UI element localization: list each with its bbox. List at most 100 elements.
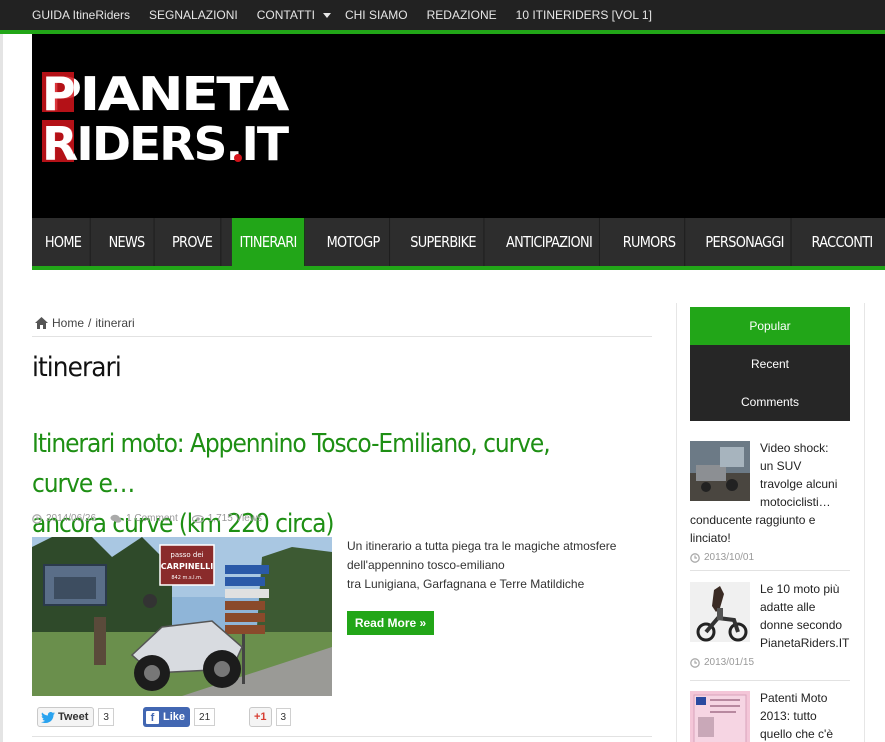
post-title-line-1: Itinerari moto: Appennino Tosco-Emiliano… (32, 429, 551, 499)
sidebar-date-text: 2013/10/01 (704, 552, 755, 563)
topnav-item-redazione[interactable]: REDAZIONE (427, 8, 497, 22)
topnav-label: 10 ITINERIDERS [VOL 1] (515, 8, 652, 22)
sidebar-post-date: 2013/01/15 (690, 654, 850, 672)
sidebar-post-thumbnail[interactable] (690, 582, 750, 642)
facebook-like-button[interactable]: f Like (143, 707, 191, 727)
mainnav-item-rumors[interactable]: RUMORS (614, 218, 686, 266)
post-date: 2014/06/26 (32, 513, 96, 524)
sidebar-thumb-image (690, 582, 750, 642)
post-views-text: 1,715 Views (207, 513, 263, 524)
page-left-edge (0, 34, 3, 742)
post-comments[interactable]: 1 Comment (110, 513, 178, 524)
mainnav-label: NEWS (108, 233, 146, 251)
site-header: PIANETA RIDERS.IT P R (32, 34, 885, 218)
mainnav-label: RUMORS (622, 233, 676, 251)
tweet-share: Tweet 3 (37, 707, 114, 727)
topnav-item-guida[interactable]: GUIDA ItineRiders (32, 8, 130, 22)
mainnav-item-racconti[interactable]: RACCONTI (805, 218, 879, 266)
sidebar-post-item[interactable]: Video shock: un SUV travolge alcuni moto… (690, 439, 850, 567)
main-nav: HOME NEWS PROVE ITINERARI MOTOGP SUPERBI… (32, 218, 885, 266)
sidebar-post-thumbnail[interactable] (690, 441, 750, 501)
page-title: itinerari (32, 352, 122, 383)
topnav-label: CONTATTI (256, 8, 315, 22)
home-icon (35, 317, 48, 329)
topnav-label: REDAZIONE (426, 8, 497, 22)
like-count: 21 (194, 708, 216, 726)
excerpt-line: dell'appennino tosco-emiliano (347, 558, 505, 572)
sidebar-post-title: linciato! (690, 531, 731, 545)
tab-label: Recent (750, 357, 790, 371)
sidebar-post-item[interactable]: Le 10 moto più adatte alle donne secondo… (690, 580, 850, 672)
post-title[interactable]: Itinerari moto: Appennino Tosco-Emiliano… (32, 424, 608, 544)
post-thumbnail[interactable]: passo dei CARPINELLI 842 m.s.l.m. (32, 537, 332, 696)
post-thumbnail-image: passo dei CARPINELLI 842 m.s.l.m. (32, 537, 332, 696)
sidebar-tabs: Popular Recent Comments (690, 307, 850, 421)
topnav-item-contatti[interactable]: CONTATTI (257, 8, 345, 22)
sidebar-date-text: 2013/01/15 (704, 657, 755, 668)
mainnav-label: SUPERBIKE (410, 233, 476, 251)
sidebar-thumb-image (690, 441, 750, 501)
topnav-item-chi-siamo[interactable]: CHI SIAMO (345, 8, 408, 22)
mainnav-item-news[interactable]: NEWS (99, 218, 155, 266)
tweet-button[interactable]: Tweet (37, 707, 95, 727)
clock-icon (690, 658, 700, 668)
breadcrumb: Home / itinerari (35, 316, 135, 330)
topnav-label: CHI SIAMO (344, 8, 408, 22)
logo-line-2: RIDERS.IT (42, 117, 290, 171)
logo-dot (234, 154, 242, 162)
eye-icon (191, 514, 204, 523)
tab-comments[interactable]: Comments (690, 383, 850, 421)
gplus-label: +1 (254, 711, 267, 723)
tab-label: Comments (740, 395, 799, 409)
topnav-item-10-itineriders[interactable]: 10 ITINERIDERS [VOL 1] (516, 8, 652, 22)
mainnav-label: MOTOGP (326, 233, 381, 251)
breadcrumb-current: itinerari (95, 316, 135, 330)
caret-down-icon (322, 12, 331, 18)
like-label: Like (163, 711, 186, 723)
post-views: 1,715 Views (191, 513, 263, 524)
mainnav-item-anticipazioni[interactable]: ANTICIPAZIONI (499, 218, 600, 266)
post-meta: 2014/06/26 1 Comment 1,715 Views (32, 513, 276, 524)
mainnav-label: ANTICIPAZIONI (506, 233, 593, 251)
gplus-count: 3 (275, 708, 292, 726)
mainnav-label: RACCONTI (811, 233, 873, 251)
breadcrumb-home[interactable]: Home (52, 316, 84, 330)
mainnav-accent-line (32, 266, 885, 270)
mainnav-item-prove[interactable]: PROVE (164, 218, 222, 266)
mainnav-item-personaggi[interactable]: PERSONAGGI (699, 218, 792, 266)
excerpt-line: tra Lunigiana, Garfagnana e Terre Matild… (347, 577, 585, 591)
mainnav-item-motogp[interactable]: MOTOGP (317, 218, 391, 266)
tab-recent[interactable]: Recent (690, 345, 850, 383)
excerpt-line: Un itinerario a tutta piega tra le magic… (347, 539, 617, 553)
post-date-text: 2014/06/26 (46, 513, 97, 524)
sidebar-post-date: 2013/10/01 (690, 549, 850, 567)
sidebar-divider (690, 680, 850, 681)
mainnav-item-home[interactable]: HOME (36, 218, 91, 266)
mainnav-item-itinerari[interactable]: ITINERARI (231, 218, 306, 266)
clock-icon (32, 513, 42, 524)
sign-text-3: 842 m.s.l.m. (171, 575, 203, 581)
sidebar-post-thumbnail[interactable] (690, 691, 750, 742)
logo-line-1: PIANETA (42, 67, 290, 121)
post-excerpt: Un itinerario a tutta piega tra le magic… (347, 537, 647, 594)
facebook-icon: f (146, 710, 159, 724)
logo-letter-p: P (42, 67, 76, 121)
tweet-label: Tweet (58, 711, 89, 723)
post-divider (32, 736, 652, 737)
gplus-button[interactable]: +1 (249, 707, 272, 727)
comments-icon (110, 514, 122, 523)
sidebar-post-item[interactable]: Patenti Moto 2013: tutto quello che c'è (690, 689, 850, 742)
twitter-bird-icon (41, 711, 55, 723)
mainnav-label: ITINERARI (239, 233, 298, 251)
sidebar-post-title: conducente raggiunto e (690, 513, 816, 527)
logo-letter-r: R (42, 117, 77, 171)
read-more-button[interactable]: Read More » (347, 611, 434, 635)
clock-icon (690, 553, 700, 563)
top-nav: GUIDA ItineRiders SEGNALAZIONI CONTATTI … (32, 0, 671, 30)
topnav-item-segnalazioni[interactable]: SEGNALAZIONI (149, 8, 238, 22)
sidebar-thumb-image (690, 691, 750, 742)
mainnav-item-superbike[interactable]: SUPERBIKE (403, 218, 485, 266)
facebook-share: f Like 21 (143, 707, 216, 727)
site-logo[interactable]: PIANETA RIDERS.IT P R (42, 62, 292, 172)
tab-popular[interactable]: Popular (690, 307, 850, 345)
